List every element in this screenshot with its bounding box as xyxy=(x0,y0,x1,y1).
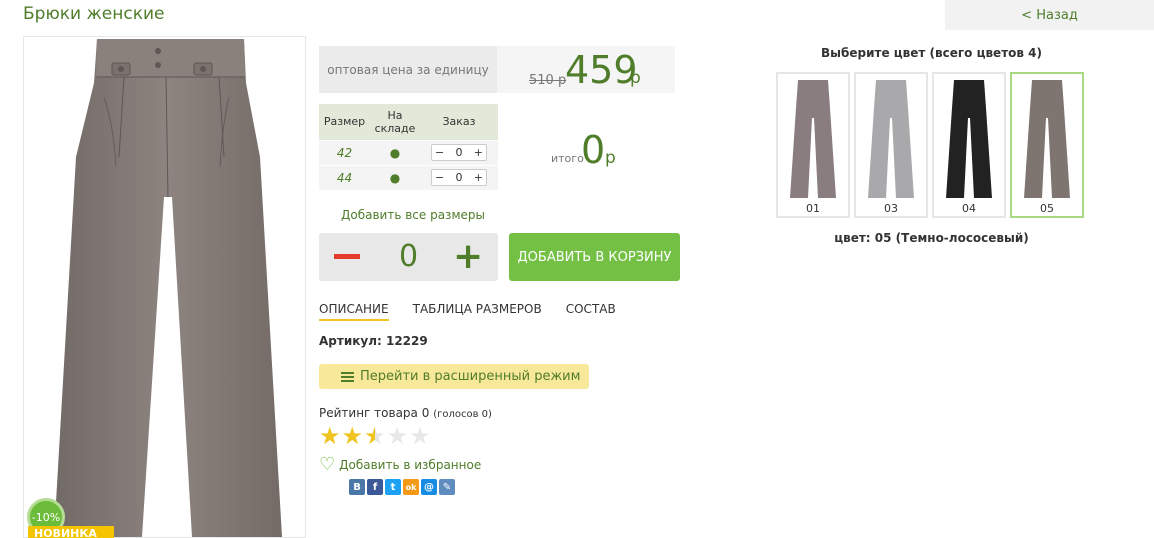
price-currency: р xyxy=(630,68,641,88)
page-title: Брюки женские xyxy=(23,4,165,24)
stepper-value[interactable]: 0 xyxy=(456,146,463,159)
color-code: 03 xyxy=(884,202,898,215)
color-code: 01 xyxy=(806,202,820,215)
heart-icon: ♡ xyxy=(319,454,336,475)
stock-header: На складе xyxy=(370,104,420,140)
color-swatches: 01 03 04 05 xyxy=(776,72,1084,218)
vk-icon[interactable]: B xyxy=(349,479,365,495)
livejournal-icon[interactable]: ✎ xyxy=(439,479,455,495)
product-photo[interactable] xyxy=(23,36,306,538)
old-price: 510 р xyxy=(529,73,567,88)
color-swatch[interactable]: 04 xyxy=(932,72,1006,218)
new-badge: НОВИНКА xyxy=(28,526,114,538)
add-all-sizes-link[interactable]: Добавить все размеры xyxy=(341,208,485,222)
tab-composition[interactable]: СОСТАВ xyxy=(566,302,616,321)
article-number: Артикул: 12229 xyxy=(319,334,428,348)
selected-color-label: цвет: 05 (Темно-лососевый) xyxy=(834,231,1029,245)
list-icon xyxy=(341,371,354,382)
tabs: ОПИСАНИЕ ТАБЛИЦА РАЗМЕРОВ СОСТАВ xyxy=(319,302,616,321)
size-cell: 42 xyxy=(319,139,370,165)
facebook-icon[interactable]: f xyxy=(367,479,383,495)
trousers-image xyxy=(54,39,282,537)
star-icon[interactable]: ★ xyxy=(342,424,364,448)
decrement-button[interactable]: − xyxy=(435,171,444,184)
color-swatch[interactable]: 05 xyxy=(1010,72,1084,218)
color-swatch[interactable]: 03 xyxy=(854,72,928,218)
total-label: итого xyxy=(551,152,584,165)
plus-button[interactable]: + xyxy=(453,239,483,275)
advanced-mode-button[interactable]: Перейти в расширенный режим xyxy=(319,364,589,389)
total-value: 0 xyxy=(581,128,606,172)
tab-description[interactable]: ОПИСАНИЕ xyxy=(319,302,389,321)
stepper-value[interactable]: 0 xyxy=(456,171,463,184)
stock-indicator: ● xyxy=(370,139,420,165)
rating-votes: (голосов 0) xyxy=(433,409,492,420)
trousers-thumbnail xyxy=(946,80,992,198)
increment-button[interactable]: + xyxy=(474,171,483,184)
color-code: 05 xyxy=(1040,202,1054,215)
trousers-thumbnail xyxy=(868,80,914,198)
quantity-stepper[interactable]: − 0 + xyxy=(431,144,487,161)
tab-size-chart[interactable]: ТАБЛИЦА РАЗМЕРОВ xyxy=(413,302,542,321)
size-table: Размер На складе Заказ 42 ● − 0 + 44 ● −… xyxy=(319,104,498,190)
odnoklassniki-icon[interactable]: ok xyxy=(403,479,419,495)
price-label: оптовая цена за единицу xyxy=(319,46,497,93)
star-icon[interactable]: ★ xyxy=(364,424,386,448)
add-to-cart-button[interactable]: ДОБАВИТЬ В КОРЗИНУ xyxy=(509,233,680,281)
decrement-button[interactable]: − xyxy=(435,146,444,159)
total-currency: р xyxy=(605,148,616,168)
twitter-icon[interactable]: t xyxy=(385,479,401,495)
rating-text: Рейтинг товара 0 (голосов 0) xyxy=(319,406,492,420)
add-favorite-link[interactable]: ♡ Добавить в избранное xyxy=(319,454,481,475)
quantity-selector: 0 + xyxy=(319,233,498,281)
trousers-thumbnail xyxy=(790,80,836,198)
table-row: 42 ● − 0 + xyxy=(319,139,498,165)
price-box: 510 р 459 р xyxy=(497,46,675,93)
back-link[interactable]: < Назад xyxy=(945,0,1154,30)
trousers-thumbnail xyxy=(1024,80,1070,198)
quantity-stepper[interactable]: − 0 + xyxy=(431,169,487,187)
star-icon[interactable]: ★ xyxy=(387,424,409,448)
table-row: 44 ● − 0 + xyxy=(319,164,498,190)
size-cell: 44 xyxy=(319,164,370,190)
color-picker-title: Выберите цвет (всего цветов 4) xyxy=(821,46,1042,60)
rating-label: Рейтинг товара 0 xyxy=(319,406,430,420)
rating-stars[interactable]: ★ ★ ★ ★ ★ xyxy=(319,424,431,448)
share-buttons: Bf t ok @ ✎ xyxy=(349,479,455,495)
advanced-mode-label: Перейти в расширенный режим xyxy=(360,369,581,384)
stock-indicator: ● xyxy=(370,164,420,190)
order-header: Заказ xyxy=(420,104,498,140)
star-icon[interactable]: ★ xyxy=(319,424,341,448)
increment-button[interactable]: + xyxy=(474,146,483,159)
favorite-label: Добавить в избранное xyxy=(339,457,482,472)
size-header: Размер xyxy=(319,104,370,140)
star-icon[interactable]: ★ xyxy=(409,424,431,448)
color-swatch[interactable]: 01 xyxy=(776,72,850,218)
mailru-icon[interactable]: @ xyxy=(421,479,437,495)
color-code: 04 xyxy=(962,202,976,215)
current-price: 459 xyxy=(565,48,638,92)
